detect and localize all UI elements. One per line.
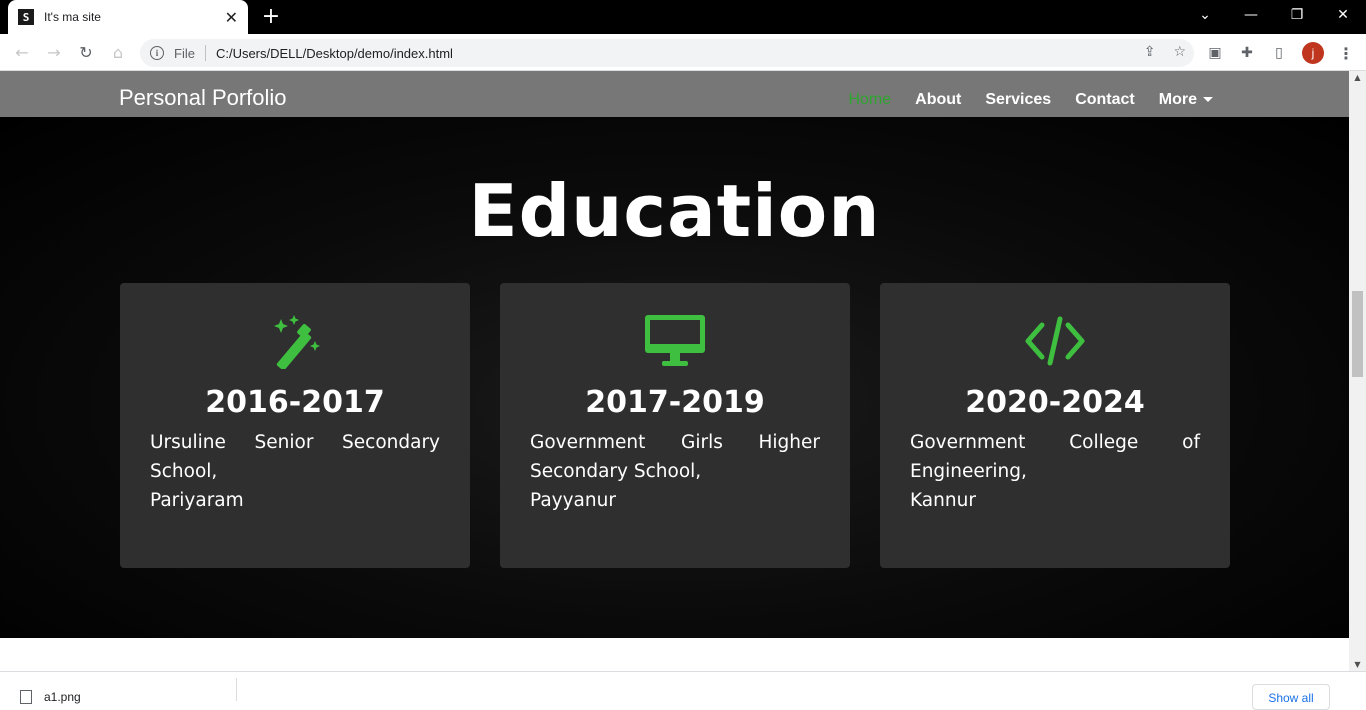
reading-mode-icon[interactable]: ▣ (1206, 44, 1224, 62)
card-institution: Government College of Engineering, Kannu… (910, 428, 1200, 515)
card-years: 2017-2019 (585, 385, 765, 420)
share-icon[interactable]: ⇪ (1144, 44, 1156, 60)
nav-about[interactable]: About (915, 91, 961, 109)
extension-area: ▣ ✚ ▯ j ⋮ (1206, 42, 1354, 64)
tab-search-button[interactable]: ⌄ (1182, 0, 1228, 30)
side-panel-icon[interactable]: ▯ (1270, 44, 1288, 62)
nav-home[interactable]: Home (848, 91, 891, 109)
site-favicon-icon: S (18, 9, 34, 25)
home-icon[interactable]: ⌂ (106, 40, 130, 64)
info-icon[interactable]: i (150, 46, 164, 60)
institution-line: School, (150, 461, 218, 482)
institution-line: Secondary School, (530, 461, 702, 482)
education-cards: 2016-2017 Ursuline Senior Secondary Scho… (120, 283, 1230, 568)
nav-contact[interactable]: Contact (1075, 91, 1135, 109)
download-divider (236, 678, 237, 701)
card-institution: Government Girls Higher Secondary School… (530, 428, 820, 515)
back-arrow-icon[interactable]: ← (10, 40, 34, 64)
institution-line: Government College of (910, 432, 1200, 453)
caret-down-icon (1203, 97, 1213, 103)
education-card: 2020-2024 Government College of Engineer… (880, 283, 1230, 568)
education-section: Education 2016-2017 Ursuline Senior Seco… (0, 117, 1349, 638)
minimize-button[interactable]: — (1228, 0, 1274, 30)
education-card: 2017-2019 Government Girls Higher Second… (500, 283, 850, 568)
omnibox-divider (204, 45, 206, 61)
tab-bar: S It's ma site ✕ + ⌄ — ❐ ✕ (0, 0, 1366, 34)
browser-tab[interactable]: S It's ma site ✕ (8, 0, 248, 34)
nav-services[interactable]: Services (985, 91, 1051, 109)
site-brand[interactable]: Personal Porfolio (119, 85, 287, 111)
download-item[interactable]: a1.png (20, 690, 81, 704)
extensions-puzzle-icon[interactable]: ✚ (1238, 44, 1256, 62)
card-years: 2020-2024 (965, 385, 1145, 420)
close-window-button[interactable]: ✕ (1320, 0, 1366, 30)
code-icon (910, 311, 1200, 371)
institution-line: Ursuline Senior Secondary (150, 432, 440, 453)
forward-arrow-icon[interactable]: → (42, 40, 66, 64)
download-bar: a1.png Show all (0, 671, 1366, 710)
page-viewport: Personal Porfolio Home About Services Co… (0, 71, 1349, 671)
magic-wand-icon (150, 311, 440, 371)
bookmark-star-icon[interactable]: ☆ (1173, 44, 1186, 60)
reload-icon[interactable]: ↻ (74, 40, 98, 64)
page-scrollbar[interactable]: ▲ ▼ (1349, 71, 1366, 671)
browser-toolbar: ← → ↻ ⌂ i File C:/Users/DELL/Desktop/dem… (0, 34, 1366, 71)
card-institution: Ursuline Senior Secondary School, Pariya… (150, 428, 440, 515)
show-all-button[interactable]: Show all (1252, 684, 1330, 710)
nav-links: Home About Services Contact More (848, 91, 1213, 109)
institution-line: Engineering, (910, 461, 1027, 482)
nav-more-label: More (1158, 91, 1197, 108)
new-tab-button[interactable]: + (258, 4, 284, 30)
kebab-menu-icon[interactable]: ⋮ (1338, 44, 1354, 63)
close-tab-icon[interactable]: ✕ (225, 8, 238, 27)
address-bar[interactable]: i File C:/Users/DELL/Desktop/demo/index.… (140, 39, 1194, 67)
profile-avatar[interactable]: j (1302, 42, 1324, 64)
institution-line: Payyanur (530, 490, 616, 511)
site-navbar: Personal Porfolio Home About Services Co… (0, 71, 1349, 117)
omnibox-actions: ⇪ ☆ (1144, 44, 1186, 60)
card-years: 2016-2017 (205, 385, 385, 420)
monitor-icon (530, 311, 820, 371)
section-title: Education (468, 169, 881, 253)
institution-line: Government Girls Higher (530, 432, 820, 453)
nav-more-dropdown[interactable]: More (1159, 91, 1213, 109)
file-scheme-label: File (174, 45, 195, 61)
education-card: 2016-2017 Ursuline Senior Secondary Scho… (120, 283, 470, 568)
institution-line: Kannur (910, 490, 976, 511)
tab-title: It's ma site (44, 10, 101, 24)
institution-line: Pariyaram (150, 490, 244, 511)
url-text[interactable]: C:/Users/DELL/Desktop/demo/index.html (216, 46, 453, 61)
scroll-down-arrow-icon[interactable]: ▼ (1349, 660, 1366, 669)
restore-button[interactable]: ❐ (1274, 0, 1320, 30)
scroll-thumb[interactable] (1352, 291, 1363, 377)
window-controls: ⌄ — ❐ ✕ (1182, 0, 1366, 34)
scroll-up-arrow-icon[interactable]: ▲ (1349, 73, 1366, 82)
file-icon (20, 690, 32, 704)
download-file-name: a1.png (44, 690, 81, 704)
